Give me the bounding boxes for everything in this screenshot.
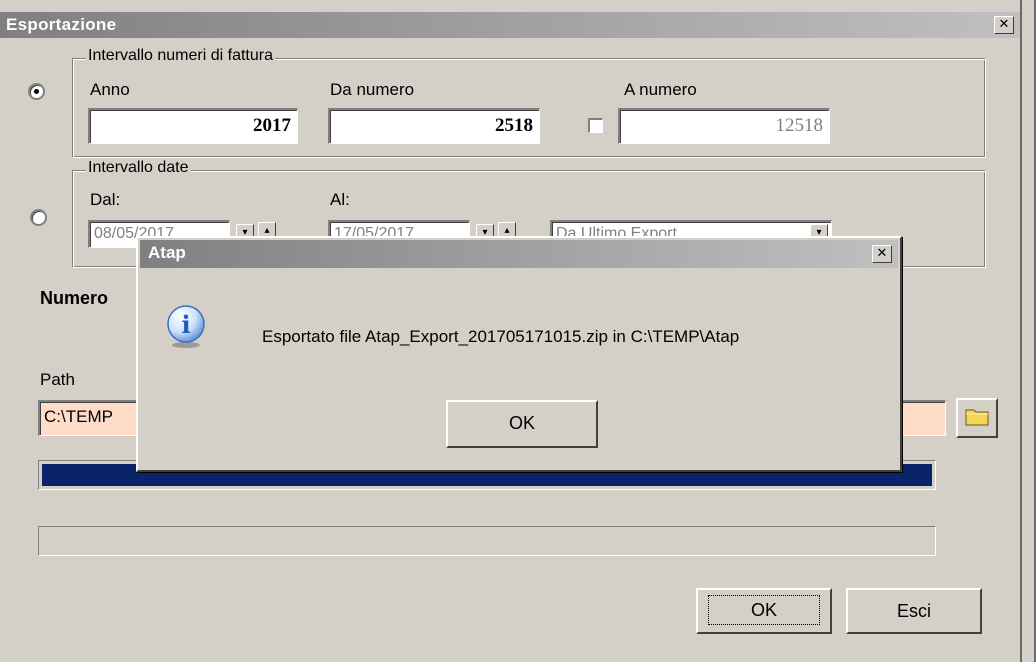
window-close-button[interactable]: ✕ [994,16,1014,34]
date-from-label: Dal: [90,190,121,209]
from-number-label: Da numero [330,80,415,99]
info-icon: i [164,304,208,348]
invoice-range-legend: Intervallo numeri di fattura [86,47,275,65]
date-to-label: Al: [330,190,350,209]
secondary-progress-bar [38,526,936,556]
browse-folder-button[interactable] [956,398,998,438]
folder-icon [965,409,989,426]
window-titlebar[interactable]: Esportazione ✕ [0,12,1020,38]
year-label: Anno [90,80,130,99]
date-range-radio[interactable] [30,209,47,226]
ok-button-label: OK [707,595,820,625]
svg-text:i: i [181,310,190,339]
date-range-legend: Intervallo date [86,159,191,177]
from-number-input[interactable]: 2518 [328,108,540,144]
window-title: Esportazione [6,15,117,34]
dialog-message: Esportato file Atap_Export_201705171015.… [262,327,740,346]
dialog-ok-button[interactable]: OK [446,400,598,448]
to-number-checkbox[interactable] [588,118,603,133]
dialog-title: Atap [148,243,186,262]
invoice-range-radio[interactable] [28,83,45,100]
dialog-titlebar[interactable]: Atap ✕ [140,240,898,268]
radio-selected-dot [34,89,39,94]
to-number-input[interactable]: 12518 [618,108,830,144]
atap-message-dialog: Atap ✕ i Esportato file Atap_Export_2017… [136,236,902,472]
dialog-close-button[interactable]: ✕ [872,245,892,263]
to-number-label: A numero [624,80,697,99]
ok-button[interactable]: OK [696,588,832,634]
exit-button[interactable]: Esci [846,588,982,634]
numero-label: Numero [40,288,109,308]
window-right-edge-inner [1022,0,1034,662]
year-input[interactable]: 2017 [88,108,298,144]
path-label: Path [40,370,75,389]
